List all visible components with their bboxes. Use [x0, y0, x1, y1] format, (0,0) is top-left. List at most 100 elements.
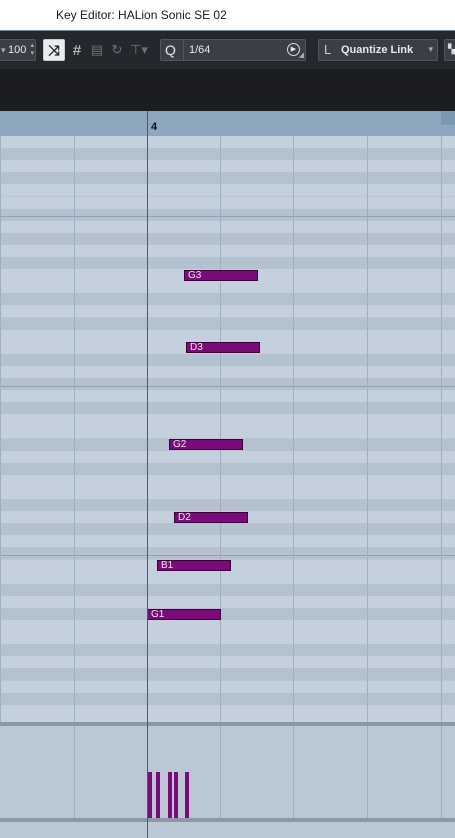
chevron-down-icon: ▾: [428, 44, 433, 54]
key-row: [0, 196, 455, 209]
grid-type-button[interactable]: ▤: [86, 39, 108, 61]
velocity-bar[interactable]: [156, 772, 160, 818]
note-block[interactable]: D2: [174, 512, 248, 523]
quantize-link-label: Quantize Link: [341, 44, 414, 56]
beat-line: [367, 726, 368, 818]
title-bar: Key Editor: HALion Sonic SE 02: [0, 0, 455, 31]
note-label: G2: [173, 439, 187, 450]
key-row: [0, 353, 455, 366]
note-block[interactable]: D3: [186, 342, 260, 353]
key-row: [0, 656, 455, 669]
key-row: [0, 220, 455, 233]
ruler-edge: [441, 111, 455, 125]
velocity-lane[interactable]: [0, 726, 455, 818]
key-row: [0, 583, 455, 596]
cycle-icon: ↻: [111, 42, 123, 57]
quantize-separator: [183, 40, 184, 60]
key-row: [0, 571, 455, 584]
key-row: [0, 668, 455, 681]
key-row: [0, 644, 455, 657]
quantize-field[interactable]: Q 1/64 ▶ ◢: [160, 39, 306, 61]
key-row: [0, 450, 455, 463]
note-grid[interactable]: [0, 136, 455, 722]
key-row: [0, 620, 455, 632]
key-row: [0, 402, 455, 415]
beat-line: [74, 726, 75, 818]
key-row: [0, 523, 455, 536]
quantize-link-icon: L: [324, 42, 332, 57]
toolbar: ▾ 100 ▴ ▾ ⤨ # ▤ ↻ ⊤▾ Q 1/64 ▶ ◢ L Quantiz…: [0, 31, 455, 69]
note-block[interactable]: B1: [157, 560, 231, 571]
window-title: Key Editor: HALion Sonic SE 02: [56, 8, 227, 22]
insert-mode-icon: ⊤▾: [130, 42, 148, 57]
beat-line: [220, 726, 221, 818]
key-row: [0, 257, 455, 269]
note-label: G3: [188, 270, 202, 281]
note-block[interactable]: G2: [169, 439, 243, 450]
octave-line: [0, 555, 455, 556]
key-row: [0, 704, 455, 717]
grid-menu-button[interactable]: ▚: [444, 39, 455, 61]
key-row: [0, 305, 455, 318]
key-row: [0, 317, 455, 330]
beat-line: [293, 726, 294, 818]
snap-icon: ⤨: [48, 41, 60, 58]
velocity-stepper-icon[interactable]: ▴ ▾: [30, 42, 34, 58]
ruler[interactable]: 4: [0, 111, 455, 137]
beat-line: [441, 726, 442, 818]
key-row: [0, 474, 455, 487]
grid-menu-icon: ▚: [448, 44, 455, 54]
key-row: [0, 281, 455, 294]
key-row: [0, 607, 455, 620]
key-row: [0, 172, 455, 185]
key-row: [0, 462, 455, 475]
key-row: [0, 148, 455, 161]
beat-line: [441, 136, 442, 722]
ruler-bar-number: 4: [151, 121, 158, 133]
key-row: [0, 293, 455, 306]
key-row: [0, 390, 455, 403]
quantize-value: 1/64: [189, 44, 211, 56]
key-row: [0, 632, 455, 645]
snap-toggle-button[interactable]: ⤨: [43, 39, 65, 61]
grid-button[interactable]: #: [66, 39, 88, 61]
note-label: D3: [190, 342, 203, 353]
bottom-area: [0, 822, 455, 838]
velocity-bar[interactable]: [174, 772, 178, 818]
velocity-value: 100: [8, 44, 27, 56]
beat-line: [0, 136, 1, 722]
quantize-corner-icon: ◢: [298, 52, 304, 59]
quantize-link-field[interactable]: L Quantize Link ▾: [318, 39, 438, 61]
velocity-bar[interactable]: [185, 772, 189, 818]
note-label: D2: [178, 512, 191, 523]
key-row: [0, 595, 455, 608]
key-row: [0, 426, 455, 439]
note-block[interactable]: G3: [184, 270, 258, 281]
key-row: [0, 378, 455, 390]
key-row: [0, 535, 455, 548]
velocity-field[interactable]: ▾ 100 ▴ ▾: [0, 39, 36, 61]
velocity-bar[interactable]: [148, 772, 152, 818]
velocity-arrow-icon: ▾: [1, 45, 6, 55]
note-label: B1: [161, 560, 174, 571]
key-row: [0, 329, 455, 342]
quantize-icon: Q: [165, 42, 176, 58]
grid-type-icon: ▤: [90, 42, 104, 57]
note-block[interactable]: G1: [147, 609, 221, 620]
insert-mode-button[interactable]: ⊤▾: [126, 39, 152, 61]
key-row: [0, 680, 455, 693]
velocity-bar[interactable]: [168, 772, 172, 818]
note-label: G1: [151, 609, 165, 620]
playback-cursor[interactable]: [147, 111, 148, 838]
cycle-button[interactable]: ↻: [106, 39, 128, 61]
beat-line: [293, 136, 294, 722]
beat-line: [220, 136, 221, 722]
beat-line: [74, 136, 75, 722]
grid-icon: #: [72, 41, 82, 59]
key-row: [0, 232, 455, 245]
key-row: [0, 136, 455, 148]
key-row: [0, 244, 455, 257]
octave-line: [0, 216, 455, 217]
key-row: [0, 184, 455, 197]
key-row: [0, 486, 455, 499]
